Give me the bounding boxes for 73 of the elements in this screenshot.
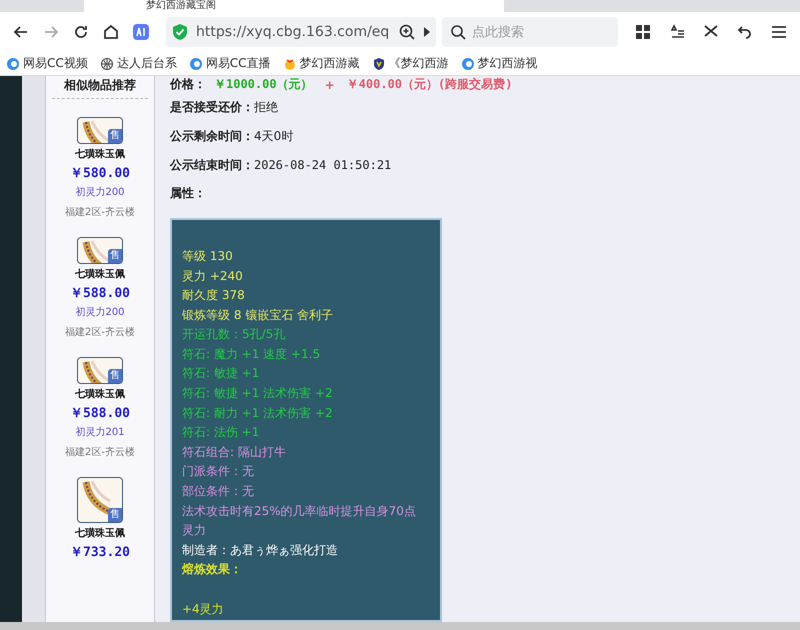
sale-badge: 售 — [108, 508, 122, 522]
item-attribute: 初灵力200 — [75, 306, 125, 319]
plus-sign: + — [324, 78, 335, 92]
url-text: https://xyq.cbg.163.com/eq — [196, 24, 390, 40]
attribute-line: 耐久度 378 — [182, 287, 246, 304]
shield-check-icon — [172, 23, 188, 41]
attribute-line: 符石组合: 隔山打牛 — [182, 444, 287, 461]
pendant-thumbnail[interactable]: 售 — [77, 237, 123, 264]
attribute-line: 部位条件：无 — [182, 483, 255, 500]
sale-badge: 售 — [108, 369, 122, 383]
bookmark-item[interactable]: 梦幻西游藏 — [282, 55, 360, 72]
attribute-line: +4灵力 — [182, 600, 225, 618]
item-price: ￥733.20 — [70, 544, 130, 561]
field-label: 公示剩余时间： — [170, 128, 254, 146]
horizontal-scrollbar[interactable] — [0, 622, 800, 630]
field-value: 2026-08-24 01:50:21 — [254, 158, 392, 172]
item-name: 七璜珠玉佩 — [75, 148, 125, 161]
item-price: ￥588.00 — [70, 285, 130, 302]
item-price: ￥580.00 — [70, 165, 130, 182]
bookmark-item[interactable]: 梦幻西游视 — [460, 55, 538, 72]
attribute-line: 符石: 敏捷 +1 法术伤害 +2 — [182, 385, 334, 402]
menu-icon — [770, 23, 788, 41]
bookmark-item[interactable]: 达人后台系 — [100, 55, 177, 72]
address-bar[interactable]: https://xyq.cbg.163.com/eq — [166, 17, 436, 47]
item-server: 福建2区-齐云楼 — [65, 206, 135, 219]
attribute-line: 开运孔数：5孔/5孔 — [182, 326, 286, 344]
attribute-line: 符石: 敏捷 +1 — [182, 365, 260, 382]
attribute-line: 符石: 法伤 +1 — [182, 424, 260, 442]
attribute-line: 熔炼效果： — [182, 561, 243, 578]
item-name: 七璜珠玉佩 — [75, 268, 125, 281]
attribute-line: 灵力 +240 — [182, 268, 244, 284]
attribute-line: 等级 130 — [182, 248, 234, 265]
shield-icon — [372, 56, 386, 70]
zoom-icon — [398, 23, 416, 41]
sale-badge: 售 — [108, 129, 122, 143]
bookmark-item[interactable]: 《梦幻西游 — [372, 55, 449, 72]
price-label: 价格： — [170, 76, 206, 94]
item-server: 福建2区-齐云楼 — [65, 446, 135, 459]
favorites-icon — [668, 23, 686, 41]
price-amount: ￥1000.00（元） — [214, 76, 313, 94]
sale-badge: 售 — [108, 249, 122, 263]
field-label: 属性： — [170, 185, 206, 202]
attribute-line: 制造者：あ君ぅ烨ぁ强化打造 — [182, 542, 339, 559]
search-icon — [450, 24, 466, 40]
item-name: 七璜珠玉佩 — [75, 388, 125, 401]
ai-icon — [132, 23, 150, 41]
item-name: 七璜珠玉佩 — [75, 526, 125, 540]
pendant-thumbnail[interactable]: 售 — [77, 357, 123, 384]
sidebar-title: 相似物品推荐 — [52, 76, 148, 99]
bookmark-item[interactable]: 网易CC视频 — [6, 55, 88, 72]
bookmark-item[interactable]: 网易CC直播 — [188, 55, 271, 72]
home-icon — [102, 23, 120, 41]
pendant-thumbnail[interactable]: 售 — [77, 477, 123, 523]
item-attribute: 初灵力200 — [75, 186, 125, 199]
attribute-line: 符石: 魔力 +1 速度 +1.5 — [182, 346, 322, 363]
caret-icon — [424, 27, 430, 37]
apps-icon — [634, 23, 652, 41]
attribute-line: 锻炼等级 8 镶嵌宝石 舍利子 — [182, 306, 334, 324]
attribute-line: 门派条件：无 — [182, 463, 255, 480]
globe-icon — [100, 56, 114, 70]
attribute-line: 符石: 耐力 +1 法术伤害 +2 — [182, 404, 334, 422]
field-value: 拒绝 — [254, 99, 278, 116]
pendant-thumbnail[interactable]: 售 — [77, 117, 123, 144]
item-attribute: 初灵力201 — [75, 426, 125, 439]
item-server: 福建2区-齐云楼 — [65, 326, 135, 339]
reload-icon — [72, 23, 90, 41]
field-label: 公示结束时间： — [170, 156, 254, 174]
attribute-line: 法术攻击时有25%的几率临时提升自身70点灵力 — [182, 502, 416, 540]
field-value: 4天0时 — [254, 128, 294, 146]
item-price: ￥588.00 — [70, 405, 130, 422]
cross-server-fee: ￥400.00（元）(跨服交易费) — [346, 76, 512, 94]
search-field[interactable]: 点此搜索 — [442, 17, 618, 47]
field-label: 是否接受还价： — [170, 99, 254, 116]
